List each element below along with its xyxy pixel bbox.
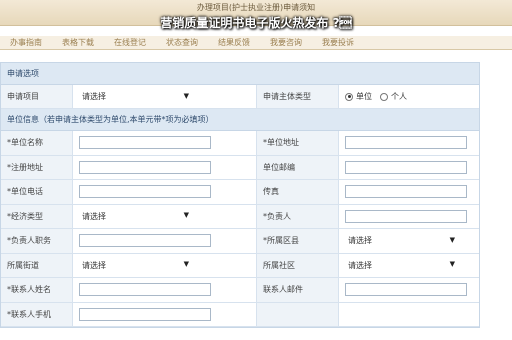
field-label: 传真 xyxy=(257,180,339,204)
field-cell: 请选择 ▼ xyxy=(73,253,257,277)
radio-checked-icon xyxy=(345,92,353,101)
leader-title-input[interactable] xyxy=(79,234,211,248)
field-label: *负责人 xyxy=(257,204,339,228)
tab-feedback[interactable]: 结果反馈 xyxy=(208,36,260,49)
overlay-caption: 营销质量证明书电子版火热发布 ? xyxy=(160,16,352,30)
radio-individual[interactable]: 个人 xyxy=(380,91,407,102)
application-form: 申请选项 申请项目 请选择 ▼ 申请主体类型 单位 个人 单位信息（若申请主体类… xyxy=(0,62,480,328)
section-title-options: 申请选项 xyxy=(1,63,479,85)
field-label: *联系人手机 xyxy=(1,302,73,326)
field-cell: 请选择 ▼ xyxy=(339,254,479,278)
select-value: 请选择 xyxy=(82,92,106,101)
field-cell xyxy=(73,131,257,155)
dropdown-arrow-icon: ▼ xyxy=(183,91,189,100)
contact-mobile-input[interactable] xyxy=(79,307,211,321)
field-cell xyxy=(339,156,479,180)
leader-input[interactable] xyxy=(345,209,467,223)
project-select[interactable]: 请选择 ▼ xyxy=(79,90,189,104)
field-label: 联系人邮件 xyxy=(257,278,339,302)
unit-address-input[interactable] xyxy=(345,136,467,150)
field-cell xyxy=(73,229,257,253)
radio-label: 单位 xyxy=(356,92,372,101)
field-label: *联系人姓名 xyxy=(1,278,73,302)
field-cell: 请选择 ▼ xyxy=(73,85,257,108)
field-cell xyxy=(339,278,479,302)
radio-unchecked-icon xyxy=(380,92,388,101)
form-row: *单位电话 传真 xyxy=(1,180,479,205)
tab-guide[interactable]: 办事指南 xyxy=(0,36,52,49)
select-value: 请选择 xyxy=(348,236,372,246)
tab-bar: 办事指南 表格下载 在线登记 状态查询 结果反馈 我要咨询 我要投诉 xyxy=(0,36,512,50)
community-select[interactable]: 请选择 ▼ xyxy=(345,258,455,272)
field-label: *负责人职务 xyxy=(1,229,73,253)
field-label: *所属区县 xyxy=(257,229,339,253)
field-cell xyxy=(73,302,257,326)
form-row: *负责人职务 *所属区县 请选择 ▼ xyxy=(1,229,479,254)
district-select[interactable]: 请选择 ▼ xyxy=(345,234,455,248)
dropdown-arrow-icon: ▼ xyxy=(449,260,455,269)
tab-status[interactable]: 状态查询 xyxy=(156,36,208,49)
field-cell xyxy=(339,180,479,204)
tab-register[interactable]: 在线登记 xyxy=(104,36,156,49)
field-label: *单位地址 xyxy=(257,131,339,155)
field-cell xyxy=(339,205,479,229)
street-select[interactable]: 请选择 ▼ xyxy=(79,258,189,272)
radio-label: 个人 xyxy=(391,92,407,101)
field-label xyxy=(257,302,339,326)
form-row: *联系人姓名 联系人邮件 xyxy=(1,278,479,303)
dropdown-arrow-icon: ▼ xyxy=(183,260,189,269)
contact-email-input[interactable] xyxy=(345,283,467,297)
field-cell xyxy=(73,278,257,302)
select-value: 请选择 xyxy=(82,211,106,221)
field-label: 所属社区 xyxy=(257,253,339,277)
field-cell xyxy=(73,155,257,179)
field-label: 申请主体类型 xyxy=(257,85,339,108)
field-label: *单位电话 xyxy=(1,180,73,204)
fax-input[interactable] xyxy=(345,185,467,199)
unit-phone-input[interactable] xyxy=(79,185,211,199)
economy-type-select[interactable]: 请选择 ▼ xyxy=(79,209,189,223)
form-row: 所属街道 请选择 ▼ 所属社区 请选择 ▼ xyxy=(1,253,479,278)
tab-consult[interactable]: 我要咨询 xyxy=(260,36,312,49)
field-cell xyxy=(73,180,257,204)
field-cell xyxy=(339,131,479,155)
field-label: *经济类型 xyxy=(1,204,73,228)
reg-address-input[interactable] xyxy=(79,160,211,174)
field-label: 申请项目 xyxy=(1,85,73,108)
field-cell xyxy=(339,303,479,327)
unit-name-input[interactable] xyxy=(79,136,211,150)
postcode-input[interactable] xyxy=(345,160,467,174)
select-value: 请选择 xyxy=(348,260,372,270)
form-row: *注册地址 单位邮编 xyxy=(1,155,479,180)
field-label: *注册地址 xyxy=(1,155,73,179)
tab-download[interactable]: 表格下载 xyxy=(52,36,104,49)
field-label: 单位邮编 xyxy=(257,155,339,179)
field-label: 所属街道 xyxy=(1,253,73,277)
field-cell: 单位 个人 xyxy=(339,85,479,108)
field-cell: 请选择 ▼ xyxy=(339,229,479,253)
dropdown-arrow-icon: ▼ xyxy=(183,211,189,220)
form-row: 申请项目 请选择 ▼ 申请主体类型 单位 个人 xyxy=(1,85,479,109)
radio-unit[interactable]: 单位 xyxy=(345,91,372,102)
page-title: 办理项目(护士执业注册)申请须知 xyxy=(196,3,316,12)
form-row: *经济类型 请选择 ▼ *负责人 xyxy=(1,204,479,229)
select-value: 请选择 xyxy=(82,260,106,270)
dropdown-arrow-icon: ▼ xyxy=(449,235,455,244)
contact-name-input[interactable] xyxy=(79,283,211,297)
tab-complain[interactable]: 我要投诉 xyxy=(312,36,364,49)
section-title-unit: 单位信息（若申请主体类型为单位,本单元带*项为必填项） xyxy=(1,109,479,131)
form-row: *联系人手机 xyxy=(1,302,479,327)
field-cell: 请选择 ▼ xyxy=(73,204,257,228)
field-label: *单位名称 xyxy=(1,131,73,155)
form-row: *单位名称 *单位地址 xyxy=(1,131,479,156)
